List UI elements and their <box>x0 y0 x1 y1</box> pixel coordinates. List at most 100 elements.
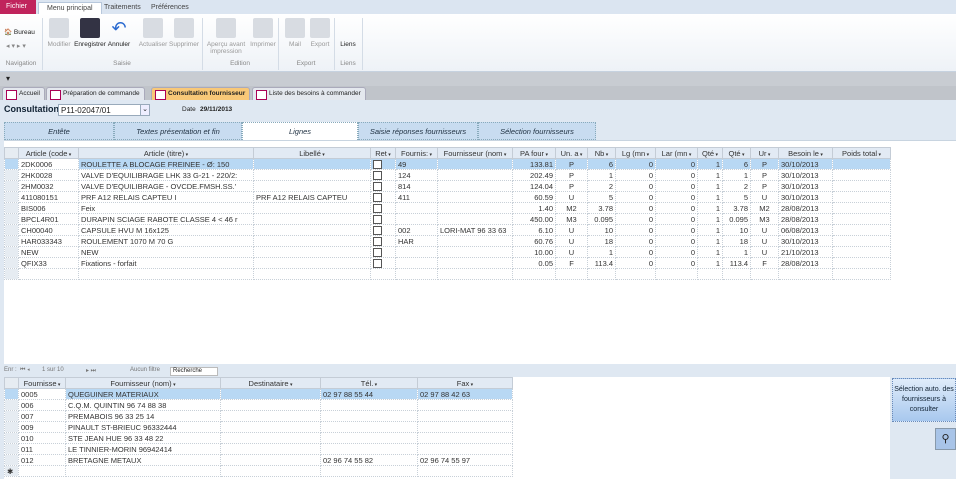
column-header[interactable]: Article (titre) <box>78 147 254 159</box>
table-cell[interactable]: 0 <box>615 257 656 269</box>
table-cell[interactable]: 2DK0006 <box>18 158 79 170</box>
table-cell[interactable]: BIS006 <box>18 202 79 214</box>
row-selector[interactable] <box>4 224 19 236</box>
table-cell[interactable] <box>253 257 371 269</box>
table-cell[interactable]: 133.81 <box>512 158 556 170</box>
table-cell[interactable]: 30/10/2013 <box>778 158 833 170</box>
table-cell[interactable] <box>370 180 396 192</box>
bureau-button[interactable]: 🏠 Bureau <box>4 28 35 36</box>
table-cell[interactable]: 0 <box>655 224 698 236</box>
table-cell[interactable]: 10 <box>587 224 616 236</box>
table-row[interactable]: HAR033343 ROULEMENT 1070 M 70 G HAR 60.76 U 1… <box>4 235 891 247</box>
table-cell[interactable]: 5 <box>722 191 751 203</box>
ret-checkbox[interactable] <box>373 214 382 224</box>
table-cell[interactable] <box>253 169 371 181</box>
table-cell[interactable]: 0 <box>615 202 656 214</box>
table-cell[interactable] <box>437 191 513 203</box>
table-row[interactable]: BIS006 Feix 1.40 M2 3.78 0 0 1 3.78 M2 28/08/2013 <box>4 202 891 214</box>
table-cell[interactable]: 28/08/2013 <box>778 213 833 225</box>
table-cell[interactable]: 0 <box>615 235 656 247</box>
table-cell[interactable]: P <box>555 180 588 192</box>
table-cell[interactable]: 113.4 <box>722 257 751 269</box>
table-cell[interactable]: 1 <box>697 257 723 269</box>
row-selector[interactable] <box>4 213 19 225</box>
table-row[interactable]: 2HK0028 VALVE D'EQUILIBRAGE LHK 33 G-21 -… <box>4 169 891 181</box>
table-cell[interactable] <box>253 158 371 170</box>
table-cell[interactable]: 10 <box>722 224 751 236</box>
table-cell[interactable] <box>320 399 418 411</box>
ribbon-button-8[interactable]: Export <box>308 18 332 48</box>
table-cell[interactable] <box>437 169 513 181</box>
table-cell[interactable]: DURAPIN SCIAGE RABOTE CLASSE 4 < 46 r <box>78 213 254 225</box>
table-cell[interactable] <box>370 191 396 203</box>
table-cell[interactable]: 1 <box>587 169 616 181</box>
table-cell[interactable]: 0005 <box>18 388 66 400</box>
ribbon-button-9[interactable]: Liens <box>338 18 358 48</box>
table-cell[interactable]: P <box>555 158 588 170</box>
table-cell[interactable]: 60.76 <box>512 235 556 247</box>
table-cell[interactable]: 006 <box>18 399 66 411</box>
table-cell[interactable] <box>832 235 891 247</box>
row-selector[interactable] <box>4 235 19 247</box>
column-header[interactable]: Article (code <box>18 147 79 159</box>
table-cell[interactable]: 0 <box>655 180 698 192</box>
ret-checkbox[interactable] <box>373 181 382 191</box>
table-cell[interactable]: PRF A12 RELAIS CAPTEU <box>253 191 371 203</box>
table-cell[interactable]: 0 <box>615 224 656 236</box>
column-header[interactable]: Qté <box>722 147 751 159</box>
ret-checkbox[interactable] <box>373 203 382 213</box>
record-position[interactable]: 1 sur 10 <box>42 367 64 373</box>
table-cell[interactable] <box>437 257 513 269</box>
table-cell[interactable] <box>220 410 321 422</box>
table-cell[interactable]: 124 <box>395 169 438 181</box>
row-selector[interactable] <box>4 158 19 170</box>
table-cell[interactable]: 011 <box>18 443 66 455</box>
table-cell[interactable]: CH00040 <box>18 224 79 236</box>
column-header[interactable]: Tél. <box>320 377 418 389</box>
table-cell[interactable] <box>320 432 418 444</box>
table-cell[interactable]: U <box>555 246 588 258</box>
table-row[interactable]: 012 BRETAGNE METAUX 02 96 74 55 82 02 96 74… <box>4 454 513 466</box>
table-row[interactable]: 2DK0006 ROULETTE A BLOCAGE FREINEE - Ø: 1… <box>4 158 891 170</box>
table-cell[interactable] <box>370 257 396 269</box>
table-cell[interactable] <box>253 202 371 214</box>
table-cell[interactable]: 2 <box>722 180 751 192</box>
table-cell[interactable]: 0 <box>615 180 656 192</box>
table-cell[interactable]: 202.49 <box>512 169 556 181</box>
table-cell[interactable] <box>832 246 891 258</box>
table-cell[interactable] <box>832 213 891 225</box>
tab-entete[interactable]: Entête <box>4 122 114 140</box>
table-cell[interactable]: 02 97 88 42 63 <box>417 388 513 400</box>
table-cell[interactable]: VALVE D'EQUILIBRAGE - OVCDE.FMSH.SS.' <box>78 180 254 192</box>
table-cell[interactable]: 0 <box>655 246 698 258</box>
table-cell[interactable] <box>832 224 891 236</box>
table-row[interactable]: 006 C.Q.M. QUINTIN 96 74 88 38 <box>4 399 513 411</box>
table-cell[interactable] <box>220 399 321 411</box>
table-cell[interactable]: 18 <box>722 235 751 247</box>
column-header[interactable]: Fournisseur (nom) <box>65 377 221 389</box>
table-cell[interactable]: 0.095 <box>587 213 616 225</box>
table-cell[interactable]: 60.59 <box>512 191 556 203</box>
table-cell[interactable] <box>437 246 513 258</box>
table-cell[interactable] <box>417 410 513 422</box>
table-cell[interactable] <box>320 421 418 433</box>
table-cell[interactable]: 0 <box>655 169 698 181</box>
search-input[interactable]: Recherche <box>170 367 218 376</box>
row-selector[interactable] <box>4 399 19 411</box>
table-cell[interactable]: U <box>555 224 588 236</box>
tab-saisie-reponses[interactable]: Saisie réponses fournisseurs <box>358 122 478 140</box>
ret-checkbox[interactable] <box>373 225 382 235</box>
tab-selection-fournisseurs[interactable]: Sélection fournisseurs <box>478 122 596 140</box>
table-cell[interactable]: BPCL4R01 <box>18 213 79 225</box>
table-cell[interactable]: P <box>750 180 779 192</box>
table-cell[interactable]: VALVE D'EQUILIBRAGE LHK 33 G-21 - 220/2: <box>78 169 254 181</box>
table-cell[interactable]: M3 <box>555 213 588 225</box>
table-cell[interactable]: C.Q.M. QUINTIN 96 74 88 38 <box>65 399 221 411</box>
column-header[interactable]: PA four <box>512 147 556 159</box>
row-selector[interactable] <box>4 454 19 466</box>
column-header[interactable]: Fournisseur (nom <box>437 147 513 159</box>
table-cell[interactable]: 0 <box>615 213 656 225</box>
row-selector[interactable] <box>4 169 19 181</box>
ribbon-button-3[interactable]: Actualiser <box>138 18 168 48</box>
ret-checkbox[interactable] <box>373 236 382 246</box>
